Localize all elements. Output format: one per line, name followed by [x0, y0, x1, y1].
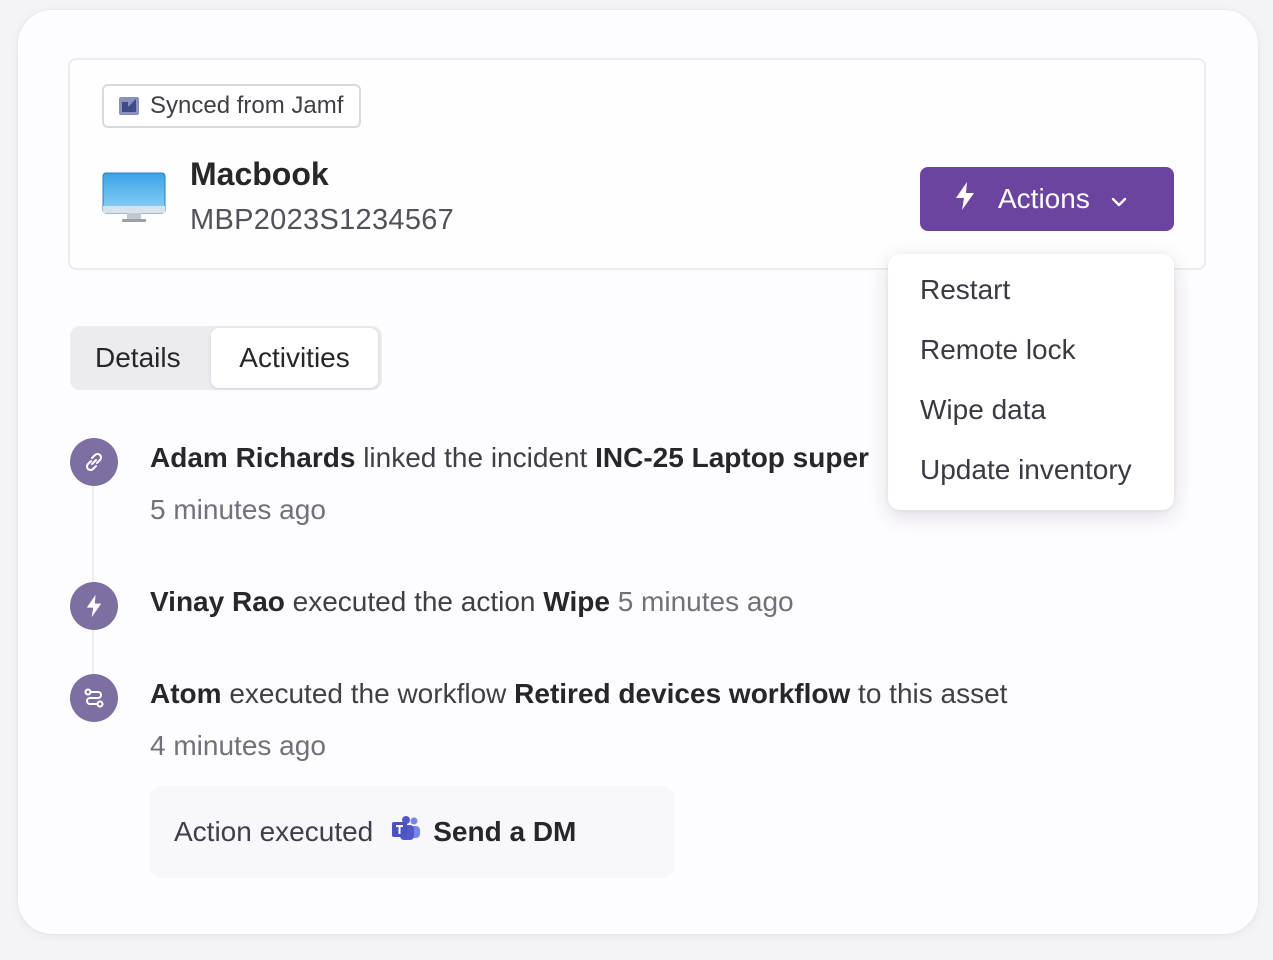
- sync-badge: Synced from Jamf: [102, 84, 362, 128]
- tab-details[interactable]: Details: [95, 326, 181, 390]
- activity-item: Vinay Rao executed the action Wipe 5 min…: [150, 586, 794, 618]
- teams-icon: [391, 815, 421, 850]
- activity-item: Atom executed the workflow Retired devic…: [150, 678, 1007, 710]
- menu-item-wipe-data[interactable]: Wipe data: [920, 394, 1046, 426]
- activity-time: 5 minutes ago: [617, 586, 794, 617]
- tab-bar: Details Activities: [70, 326, 382, 390]
- activity-actor[interactable]: Adam Richards: [150, 442, 355, 473]
- activity-suffix: to this asset: [858, 678, 1008, 709]
- activity-verb: executed the workflow: [229, 678, 507, 709]
- activity-time: 4 minutes ago: [150, 730, 326, 761]
- menu-item-remote-lock[interactable]: Remote lock: [920, 334, 1076, 366]
- action-executed-label: Action executed: [174, 816, 374, 847]
- actions-button[interactable]: Actions: [920, 167, 1174, 231]
- timeline-line: [92, 486, 94, 676]
- activity-actor[interactable]: Atom: [150, 678, 222, 709]
- activity-actor[interactable]: Vinay Rao: [150, 586, 285, 617]
- link-icon: [70, 438, 118, 486]
- activity-object[interactable]: INC-25 Laptop super: [595, 442, 869, 473]
- menu-item-update-inventory[interactable]: Update inventory: [920, 454, 1132, 486]
- action-executed-value[interactable]: Send a DM: [433, 816, 576, 848]
- activity-item: Adam Richards linked the incident INC-25…: [150, 440, 888, 482]
- bolt-icon: [70, 582, 118, 630]
- tab-activities[interactable]: Activities: [211, 328, 378, 388]
- actions-dropdown-menu: Restart Remote lock Wipe data Update inv…: [888, 254, 1174, 510]
- activity-verb: linked the incident: [363, 442, 588, 473]
- activity-verb: executed the action: [292, 586, 536, 617]
- chevron-down-icon: [1110, 183, 1128, 215]
- bolt-icon: [954, 181, 976, 218]
- device-serial: MBP2023S1234567: [190, 204, 455, 236]
- activity-object[interactable]: Wipe: [543, 586, 610, 617]
- activity-time: 5 minutes ago: [150, 494, 326, 525]
- activity-object[interactable]: Retired devices workflow: [514, 678, 850, 709]
- workflow-icon: [70, 674, 118, 722]
- actions-button-label: Actions: [998, 183, 1090, 214]
- action-executed-box: Action executed Send a DM: [150, 786, 674, 878]
- menu-item-restart[interactable]: Restart: [920, 274, 1010, 306]
- jamf-icon: [118, 95, 140, 117]
- sync-badge-label: Synced from Jamf: [150, 92, 344, 119]
- computer-icon: [102, 172, 166, 229]
- device-name: Macbook: [190, 156, 329, 192]
